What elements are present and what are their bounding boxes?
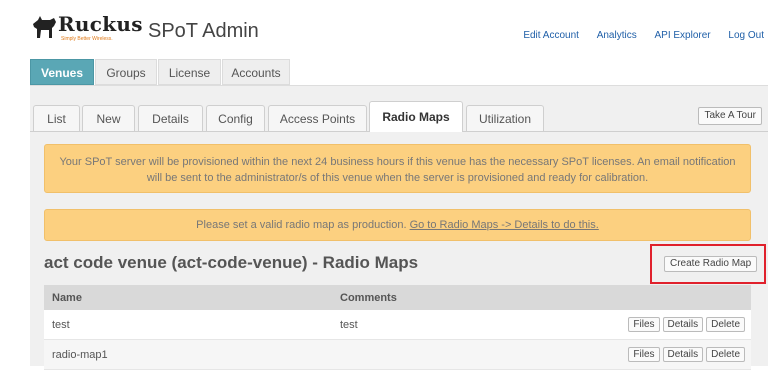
radio-map-notice: Please set a valid radio map as producti… bbox=[44, 209, 751, 241]
radio-maps-table: Name Comments test test Files Details De… bbox=[44, 285, 751, 370]
table-header: Name Comments bbox=[44, 285, 751, 310]
subtab-new[interactable]: New bbox=[82, 105, 135, 131]
nav-tab-accounts[interactable]: Accounts bbox=[222, 59, 290, 85]
edit-account-link[interactable]: Edit Account bbox=[523, 30, 579, 41]
provision-notice-line2: will be sent to the administrator/s of t… bbox=[146, 172, 649, 184]
subtab-access-points[interactable]: Access Points bbox=[268, 105, 367, 131]
subtab-details[interactable]: Details bbox=[138, 105, 203, 131]
files-button[interactable]: Files bbox=[628, 347, 660, 362]
analytics-link[interactable]: Analytics bbox=[597, 30, 637, 41]
app-header: Ruckus Simply Better Wireless. SPoT Admi… bbox=[0, 0, 768, 58]
subtab-utilization[interactable]: Utilization bbox=[466, 105, 544, 131]
row-name: radio-map1 bbox=[52, 349, 108, 361]
column-header-comments: Comments bbox=[340, 292, 397, 304]
main-nav: Venues Groups License Accounts bbox=[30, 59, 768, 85]
table-row: test test Files Details Delete bbox=[44, 310, 751, 340]
logo-wordmark: Ruckus bbox=[58, 12, 143, 36]
log-out-link[interactable]: Log Out bbox=[728, 30, 764, 41]
details-button[interactable]: Details bbox=[662, 347, 704, 362]
logo-tagline: Simply Better Wireless. bbox=[61, 36, 113, 42]
nav-tab-venues[interactable]: Venues bbox=[30, 59, 94, 85]
row-comment: test bbox=[340, 319, 358, 331]
radio-map-notice-text: Please set a valid radio map as producti… bbox=[196, 219, 407, 231]
delete-button[interactable]: Delete bbox=[706, 317, 745, 332]
nav-tab-groups[interactable]: Groups bbox=[95, 59, 157, 85]
subtab-list[interactable]: List bbox=[33, 105, 80, 131]
radio-map-details-link[interactable]: Go to Radio Maps -> Details to do this. bbox=[410, 219, 599, 231]
subtab-radio-maps[interactable]: Radio Maps bbox=[369, 101, 463, 132]
files-button[interactable]: Files bbox=[628, 317, 660, 332]
row-actions: Files Details Delete bbox=[628, 317, 745, 332]
row-name: test bbox=[52, 319, 70, 331]
delete-button[interactable]: Delete bbox=[706, 347, 745, 362]
top-links: Edit Account Analytics API Explorer Log … bbox=[508, 30, 764, 41]
dog-icon bbox=[33, 16, 56, 38]
page-title: act code venue (act-code-venue) - Radio … bbox=[44, 253, 419, 272]
app-title: SPoT Admin bbox=[148, 20, 259, 42]
api-explorer-link[interactable]: API Explorer bbox=[654, 30, 710, 41]
details-button[interactable]: Details bbox=[662, 317, 704, 332]
row-actions: Files Details Delete bbox=[628, 347, 745, 362]
column-header-name: Name bbox=[52, 292, 82, 304]
provision-notice-line1: Your SPoT server will be provisioned wit… bbox=[59, 156, 736, 168]
nav-tab-license[interactable]: License bbox=[158, 59, 221, 85]
take-a-tour-button[interactable]: Take A Tour bbox=[698, 107, 762, 125]
subtab-config[interactable]: Config bbox=[206, 105, 265, 131]
provision-notice: Your SPoT server will be provisioned wit… bbox=[44, 144, 751, 193]
ruckus-logo[interactable]: Ruckus Simply Better Wireless. bbox=[30, 12, 143, 48]
create-radio-map-button[interactable]: Create Radio Map bbox=[664, 256, 758, 272]
